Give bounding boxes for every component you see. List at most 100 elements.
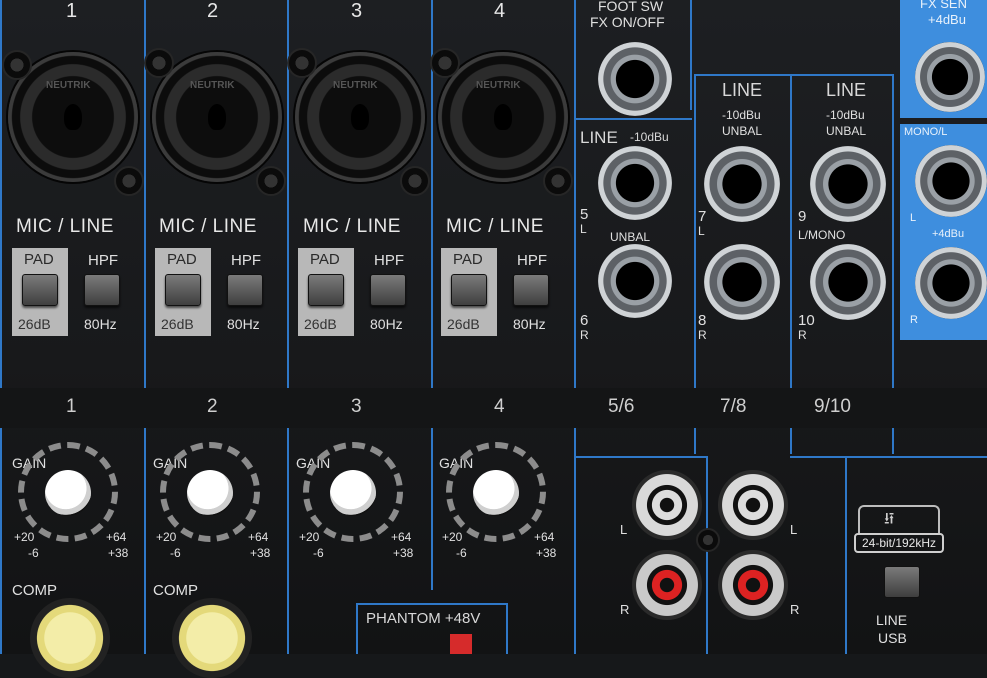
fx-send-jack[interactable] xyxy=(915,42,985,112)
divider-4 xyxy=(431,0,433,590)
pad-value-1: 26dB xyxy=(18,316,51,332)
gain-max-bottom-2: +38 xyxy=(250,546,271,560)
line-78-title: LINE xyxy=(722,80,763,100)
xlr-brand-3: NEUTRIK xyxy=(333,80,378,91)
gain-knob-3[interactable] xyxy=(330,470,376,516)
rca-input-r-left[interactable] xyxy=(632,550,702,620)
screw-icon xyxy=(256,166,286,196)
hpf-button-2[interactable] xyxy=(227,274,263,306)
hpf-button-3[interactable] xyxy=(370,274,406,306)
gain-knob-4[interactable] xyxy=(473,470,519,516)
gain-knob-2[interactable] xyxy=(187,470,233,516)
gain-min-top-2: +20 xyxy=(156,530,177,544)
strip-number-56: 5/6 xyxy=(608,396,635,417)
xlr-input-4[interactable] xyxy=(438,52,568,182)
mic-line-label-1: MIC / LINE xyxy=(16,216,114,237)
xlr-input-2[interactable] xyxy=(152,52,282,182)
screw-icon xyxy=(696,528,720,552)
gain-min-top-1: +20 xyxy=(14,530,35,544)
channel-3-number: 3 xyxy=(351,0,363,22)
mono-side-l: L xyxy=(910,212,917,224)
divider-h2 xyxy=(574,118,692,120)
usb-icon: ⭿ xyxy=(884,511,895,528)
line-78-unbal: UNBAL xyxy=(722,124,763,138)
comp-label-1: COMP xyxy=(12,582,57,599)
line-10-side: R xyxy=(798,328,807,342)
line-8-jack[interactable] xyxy=(704,244,780,320)
xlr-input-3[interactable] xyxy=(295,52,425,182)
mixer-panel: FX SEN +4dBu MONO/L L +4dBu R 1 2 3 4 NE… xyxy=(0,0,987,678)
gain-max-bottom-1: +38 xyxy=(108,546,129,560)
rca-input-l-right[interactable] xyxy=(718,470,788,540)
hpf-label-1: HPF xyxy=(88,252,118,269)
xlr-brand-1: NEUTRIK xyxy=(46,80,91,91)
gain-max-top-3: +64 xyxy=(391,530,412,544)
rca-input-l-left[interactable] xyxy=(632,470,702,540)
pad-button-3[interactable] xyxy=(308,274,344,306)
line-56-title: LINE xyxy=(580,128,618,147)
xlr-socket xyxy=(351,104,369,130)
hpf-button-1[interactable] xyxy=(84,274,120,306)
line-910-level: -10dBu xyxy=(826,108,865,122)
phantom-switch[interactable] xyxy=(450,634,472,654)
rca-input-r-right[interactable] xyxy=(718,550,788,620)
line-8-number: 8 xyxy=(698,312,707,329)
line-usb-switch[interactable] xyxy=(884,566,920,598)
screw-icon xyxy=(114,166,144,196)
pad-label-1: PAD xyxy=(24,251,54,268)
comp-knob-2[interactable] xyxy=(172,598,252,678)
mono-l-jack[interactable] xyxy=(915,145,987,217)
fx-on-off-label: FX ON/OFF xyxy=(590,14,665,30)
gain-min-bottom-3: -6 xyxy=(313,546,324,560)
hpf-value-4: 80Hz xyxy=(513,316,546,332)
gain-min-top-3: +20 xyxy=(299,530,320,544)
pad-label-3: PAD xyxy=(310,251,340,268)
rca-l-label-left: L xyxy=(620,522,628,537)
hpf-label-3: HPF xyxy=(374,252,404,269)
hpf-button-4[interactable] xyxy=(513,274,549,306)
comp-knob-1[interactable] xyxy=(30,598,110,678)
comp-label-2: COMP xyxy=(153,582,198,599)
gain-max-top-2: +64 xyxy=(248,530,269,544)
gain-min-bottom-1: -6 xyxy=(28,546,39,560)
line-usb-usb-label: USB xyxy=(878,630,907,646)
hpf-value-2: 80Hz xyxy=(227,316,260,332)
hpf-label-4: HPF xyxy=(517,252,547,269)
gain-max-top-4: +64 xyxy=(534,530,555,544)
line-8-side: R xyxy=(698,328,707,342)
screw-icon xyxy=(2,50,32,80)
line-7-side: L xyxy=(698,224,705,238)
line-6-jack[interactable] xyxy=(598,244,672,318)
mono-level: +4dBu xyxy=(932,228,965,240)
line-10-jack[interactable] xyxy=(810,244,886,320)
gain-max-bottom-3: +38 xyxy=(393,546,414,560)
line-78-level: -10dBu xyxy=(722,108,761,122)
foot-sw-jack[interactable] xyxy=(598,42,672,116)
line-7-jack[interactable] xyxy=(704,146,780,222)
line-10-number: 10 xyxy=(798,312,815,329)
pad-button-1[interactable] xyxy=(22,274,58,306)
foot-sw-label: FOOT SW xyxy=(598,0,664,14)
xlr-socket xyxy=(494,104,512,130)
gain-min-bottom-2: -6 xyxy=(170,546,181,560)
line-6-number: 6 xyxy=(580,312,589,329)
line-7-number: 7 xyxy=(698,208,707,225)
divider-h1 xyxy=(694,74,894,76)
line-5-side: L xyxy=(580,222,587,236)
divider-3 xyxy=(287,0,289,654)
strip-number-910: 9/10 xyxy=(814,396,851,417)
divider-h3 xyxy=(574,456,708,458)
line-9-jack[interactable] xyxy=(810,146,886,222)
mic-line-label-2: MIC / LINE xyxy=(159,216,257,237)
divider-5 xyxy=(574,0,576,654)
strip-number-3: 3 xyxy=(351,396,362,417)
screw-icon xyxy=(144,48,174,78)
gain-knob-1[interactable] xyxy=(45,470,91,516)
pad-button-2[interactable] xyxy=(165,274,201,306)
hpf-value-1: 80Hz xyxy=(84,316,117,332)
hpf-label-2: HPF xyxy=(231,252,261,269)
line-5-jack[interactable] xyxy=(598,146,672,220)
mono-r-jack[interactable] xyxy=(915,247,987,319)
screw-icon xyxy=(400,166,430,196)
pad-button-4[interactable] xyxy=(451,274,487,306)
